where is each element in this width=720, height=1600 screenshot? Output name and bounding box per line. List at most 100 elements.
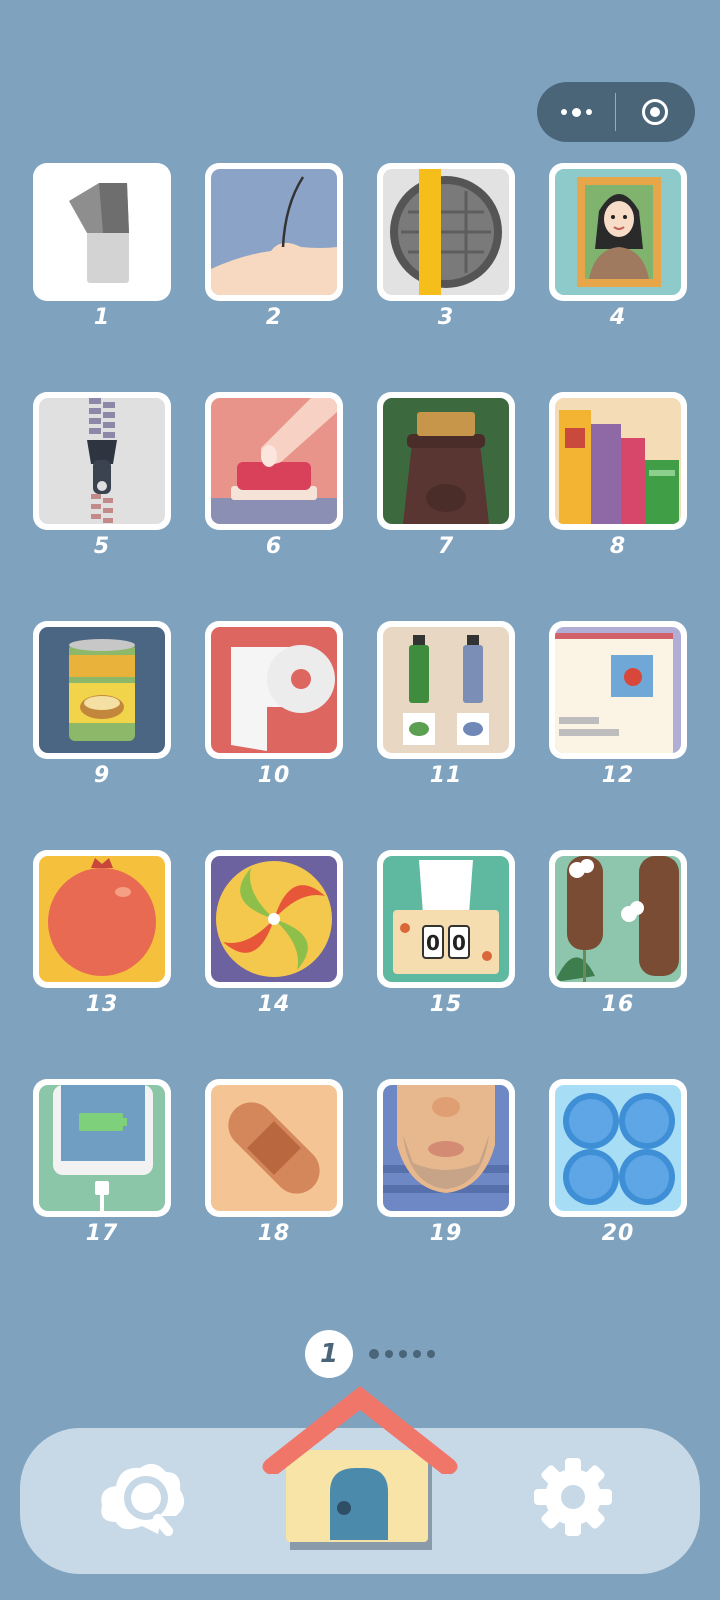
arm-hair-icon xyxy=(211,169,337,295)
swirl-candy-icon xyxy=(211,856,337,982)
level-17[interactable]: 17 xyxy=(33,1079,171,1246)
level-2-tile[interactable] xyxy=(205,163,343,301)
level-10-tile[interactable] xyxy=(205,621,343,759)
level-number: 8 xyxy=(609,534,627,559)
page-dot[interactable] xyxy=(427,1350,435,1358)
level-1-tile[interactable] xyxy=(33,163,171,301)
level-13[interactable]: 13 xyxy=(33,850,171,1017)
level-11[interactable]: 11 xyxy=(377,621,515,788)
level-16-tile[interactable] xyxy=(549,850,687,988)
level-19[interactable]: 19 xyxy=(377,1079,515,1246)
level-15[interactable]: 0 0 15 xyxy=(377,850,515,1017)
beard-face-icon xyxy=(383,1085,509,1211)
level-number: 2 xyxy=(265,305,283,330)
settings-button[interactable] xyxy=(528,1452,618,1542)
mini-program-capsule xyxy=(537,82,695,142)
settings-gear-icon xyxy=(534,1458,612,1536)
page-dot[interactable] xyxy=(413,1350,421,1358)
level-19-tile[interactable] xyxy=(377,1079,515,1217)
level-6-tile[interactable] xyxy=(205,392,343,530)
level-11-tile[interactable] xyxy=(377,621,515,759)
more-dots-icon xyxy=(560,107,592,117)
bubble-wrap-icon xyxy=(555,1085,681,1211)
home-button[interactable] xyxy=(258,1380,462,1560)
food-can-icon xyxy=(39,627,165,753)
more-button[interactable] xyxy=(537,82,615,142)
level-7-tile[interactable] xyxy=(377,392,515,530)
level-number: 7 xyxy=(437,534,455,559)
level-number: 9 xyxy=(93,763,111,788)
level-5-tile[interactable] xyxy=(33,392,171,530)
tile-digit-2: 0 xyxy=(452,931,466,955)
level-12-tile[interactable] xyxy=(549,621,687,759)
level-8-tile[interactable] xyxy=(549,392,687,530)
level-number: 19 xyxy=(429,1221,463,1246)
level-number: 20 xyxy=(601,1221,635,1246)
level-4-tile[interactable] xyxy=(549,163,687,301)
level-6[interactable]: 6 xyxy=(205,392,343,559)
level-8[interactable]: 8 xyxy=(549,392,687,559)
envelope-stamp-icon xyxy=(555,627,681,753)
tile-digit-1: 0 xyxy=(426,931,440,955)
hint-magnifier-icon xyxy=(101,1463,185,1537)
push-button-icon xyxy=(211,398,337,524)
level-1[interactable]: 1 xyxy=(33,163,171,330)
bandage-icon xyxy=(211,1085,337,1211)
toilet-paper-icon xyxy=(211,627,337,753)
level-number: 18 xyxy=(257,1221,291,1246)
portrait-frame-icon xyxy=(555,169,681,295)
zipper-icon xyxy=(39,398,165,524)
level-18-tile[interactable] xyxy=(205,1079,343,1217)
pomegranate-icon xyxy=(39,856,165,982)
level-number: 5 xyxy=(93,534,111,559)
level-number: 11 xyxy=(429,763,463,788)
level-15-tile[interactable]: 0 0 xyxy=(377,850,515,988)
level-13-tile[interactable] xyxy=(33,850,171,988)
level-16[interactable]: 16 xyxy=(549,850,687,1017)
charging-phone-icon xyxy=(39,1085,165,1211)
level-14[interactable]: 14 xyxy=(205,850,343,1017)
level-12[interactable]: 12 xyxy=(549,621,687,788)
level-number: 10 xyxy=(257,763,291,788)
level-3[interactable]: 3 xyxy=(377,163,515,330)
page-dot[interactable] xyxy=(369,1349,379,1359)
level-4[interactable]: 4 xyxy=(549,163,687,330)
level-number: 6 xyxy=(265,534,283,559)
level-20[interactable]: 20 xyxy=(549,1079,687,1246)
tissue-box-icon: 0 0 xyxy=(383,856,509,982)
home-house-icon xyxy=(262,1386,458,1550)
level-number: 3 xyxy=(437,305,455,330)
level-9[interactable]: 9 xyxy=(33,621,171,788)
level-number: 12 xyxy=(601,763,635,788)
level-20-tile[interactable] xyxy=(549,1079,687,1217)
level-14-tile[interactable] xyxy=(205,850,343,988)
level-2[interactable]: 2 xyxy=(205,163,343,330)
level-number: 13 xyxy=(85,992,119,1017)
manhole-cover-icon xyxy=(383,169,509,295)
level-9-tile[interactable] xyxy=(33,621,171,759)
level-number: 15 xyxy=(429,992,463,1017)
page-indicator: 1 xyxy=(305,1330,435,1378)
level-10[interactable]: 10 xyxy=(205,621,343,788)
level-number: 4 xyxy=(609,305,627,330)
cork-bottle-icon xyxy=(383,398,509,524)
level-18[interactable]: 18 xyxy=(205,1079,343,1246)
level-number: 14 xyxy=(257,992,291,1017)
level-number: 1 xyxy=(93,305,111,330)
page-dot[interactable] xyxy=(385,1350,393,1358)
current-page: 1 xyxy=(305,1330,353,1378)
level-5[interactable]: 5 xyxy=(33,392,171,559)
level-number: 16 xyxy=(601,992,635,1017)
hint-button[interactable] xyxy=(92,1450,192,1550)
light-switch-icon xyxy=(39,169,165,295)
cattail-icon xyxy=(555,856,681,982)
level-7[interactable]: 7 xyxy=(377,392,515,559)
level-number: 17 xyxy=(85,1221,119,1246)
page-dot[interactable] xyxy=(399,1350,407,1358)
target-circle-icon xyxy=(642,99,668,125)
level-3-tile[interactable] xyxy=(377,163,515,301)
level-17-tile[interactable] xyxy=(33,1079,171,1217)
paint-tubes-icon xyxy=(383,627,509,753)
close-button[interactable] xyxy=(616,82,694,142)
books-icon xyxy=(555,398,681,524)
